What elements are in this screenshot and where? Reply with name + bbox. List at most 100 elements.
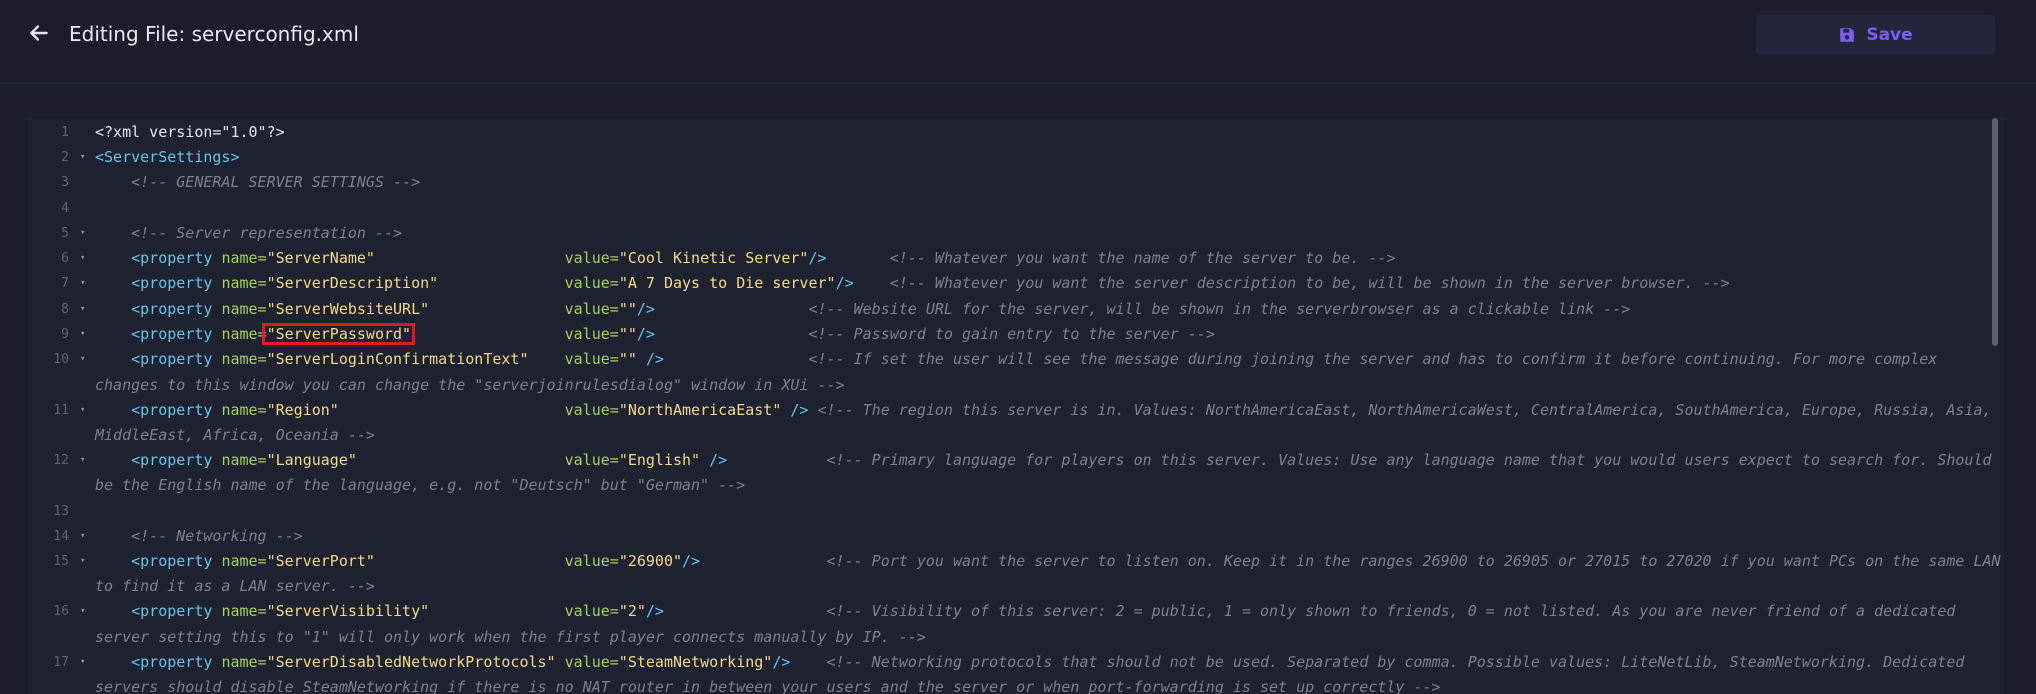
- fold-toggle-icon[interactable]: ▾: [80, 549, 90, 574]
- code-token-cmt: <!-- Visibility of this server: 2 = publ…: [826, 602, 1956, 620]
- code-token-tag: <property: [131, 552, 222, 570]
- code-line: <property name="ServerLoginConfirmationT…: [95, 347, 1937, 372]
- fold-toggle-icon[interactable]: ▾: [80, 599, 90, 624]
- code-token-attr: name=: [221, 602, 267, 620]
- code-token-str: "ServerDescription": [266, 274, 439, 292]
- code-token-tag: />: [645, 350, 664, 368]
- line-number: [28, 473, 69, 498]
- code-token-tag: <property: [131, 653, 222, 671]
- code-token-cmt: to find it as a LAN server. -->: [95, 577, 375, 595]
- save-button[interactable]: Save: [1756, 15, 1995, 55]
- vertical-scrollbar[interactable]: [1992, 118, 1998, 346]
- code-line: to find it as a LAN server. -->: [95, 574, 375, 599]
- code-area[interactable]: <?xml version="1.0"?> <ServerSettings> <!…: [95, 118, 2001, 694]
- code-line: <property name="ServerVisibility" value=…: [95, 599, 1955, 624]
- line-number: 10: [53, 352, 69, 367]
- line-number: 6: [61, 251, 69, 266]
- fold-toggle-icon[interactable]: ▾: [80, 322, 90, 347]
- line-number-gutter: 1 2 ▾ 3 4 5 ▾ 6 ▾ 7 ▾ 8 ▾ 9 ▾ 10 ▾ 11 ▾ 12 ▾ 13 14 ▾ 15 ▾ 16 ▾ 17 ▾: [28, 118, 94, 694]
- code-token-cmt: <!-- Whatever you want the name of the s…: [889, 249, 1396, 267]
- code-token-tag: <property: [131, 602, 222, 620]
- fold-toggle-icon[interactable]: ▾: [80, 650, 90, 675]
- code-token-attr: value=: [564, 401, 619, 419]
- code-token-attr: value=: [564, 602, 619, 620]
- line-number: 4: [61, 201, 69, 216]
- code-token-attr: name=: [221, 350, 267, 368]
- code-line: <ServerSettings>: [95, 145, 240, 170]
- code-token-str: "NorthAmericaEast": [618, 401, 782, 419]
- code-token-str: "ServerWebsiteURL": [266, 300, 430, 318]
- code-token-str: "Language": [266, 451, 357, 469]
- code-token-tag: />: [790, 401, 809, 419]
- code-token-cmt: <!-- Website URL for the server, will be…: [808, 300, 1631, 318]
- code-line: <property name="Region" value="NorthAmer…: [95, 398, 1991, 423]
- fold-toggle-icon[interactable]: ▾: [80, 221, 90, 246]
- code-line: server setting this to "1" will only wor…: [95, 625, 926, 650]
- code-token-attr: value=: [564, 274, 619, 292]
- fold-toggle-icon[interactable]: ▾: [80, 246, 90, 271]
- code-token-cmt: server setting this to "1" will only wor…: [95, 628, 926, 646]
- code-line: changes to this window you can change th…: [95, 373, 845, 398]
- code-token-tag: <property: [131, 350, 222, 368]
- line-number: 13: [53, 504, 69, 519]
- code-token-cmt: <!-- Port you want the server to listen …: [826, 552, 2001, 570]
- code-line: <property name="ServerWebsiteURL" value=…: [95, 297, 1630, 322]
- fold-toggle-icon[interactable]: ▾: [80, 524, 90, 549]
- line-number: [28, 625, 69, 650]
- fold-toggle-icon[interactable]: ▾: [80, 297, 90, 322]
- back-button[interactable]: [26, 20, 52, 46]
- save-button-label: Save: [1866, 25, 1913, 45]
- code-line: <property name="ServerPort" value="26900…: [95, 549, 2001, 574]
- fold-toggle-icon[interactable]: ▾: [80, 347, 90, 372]
- code-token-cmt: <!-- GENERAL SERVER SETTINGS -->: [131, 173, 421, 191]
- code-line: MiddleEast, Africa, Oceania -->: [95, 423, 375, 448]
- code-token-cmt: <!-- Primary language for players on thi…: [826, 451, 1992, 469]
- code-line: servers should disable SteamNetworking i…: [95, 675, 1441, 694]
- code-token-tag: />: [709, 451, 728, 469]
- fold-toggle-icon[interactable]: ▾: [80, 145, 90, 170]
- line-number: [28, 675, 69, 694]
- code-token-str: "2": [618, 602, 646, 620]
- code-token-str: "ServerLoginConfirmationText": [266, 350, 529, 368]
- code-token-attr: name=: [221, 552, 267, 570]
- code-token-attr: name=: [221, 274, 267, 292]
- code-token-str: "": [618, 350, 637, 368]
- code-token-str: "": [618, 325, 637, 343]
- code-token-attr: value=: [564, 249, 619, 267]
- line-number: 3: [61, 175, 69, 190]
- code-line: <property name="ServerPassword" value=""…: [95, 322, 1215, 347]
- line-number: 15: [53, 554, 69, 569]
- code-token-plain: <?xml version="1.0"?>: [95, 123, 285, 141]
- code-editor[interactable]: 1 2 ▾ 3 4 5 ▾ 6 ▾ 7 ▾ 8 ▾ 9 ▾ 10 ▾ 11 ▾ 12 ▾ 13 14 ▾ 15 ▾ 16 ▾ 17 ▾ <…: [28, 118, 2004, 694]
- code-token-tag: <property: [131, 325, 222, 343]
- line-number: 14: [53, 529, 69, 544]
- code-token-str: "SteamNetworking": [618, 653, 773, 671]
- code-token-tag: />: [645, 602, 664, 620]
- fold-toggle-icon[interactable]: ▾: [80, 448, 90, 473]
- code-token-str: "English": [618, 451, 701, 469]
- fold-toggle-icon[interactable]: ▾: [80, 398, 90, 423]
- code-token-attr: name=: [221, 325, 267, 343]
- line-number: 7: [61, 276, 69, 291]
- code-token-cmt: be the English name of the language, e.g…: [95, 476, 746, 494]
- line-number: 17: [53, 655, 69, 670]
- fold-toggle-icon[interactable]: ▾: [80, 271, 90, 296]
- code-token-str: "Cool Kinetic Server": [618, 249, 809, 267]
- page-title: Editing File: serverconfig.xml: [69, 22, 359, 46]
